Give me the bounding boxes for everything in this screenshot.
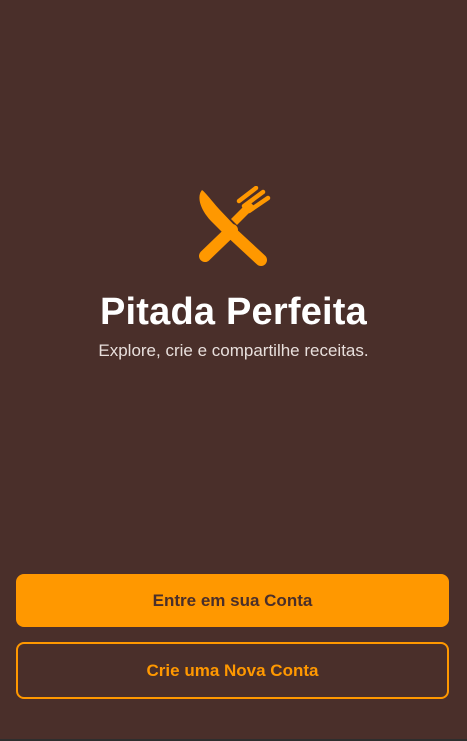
login-button[interactable]: Entre em sua Conta (16, 574, 449, 627)
app-title: Pitada Perfeita (100, 291, 367, 333)
utensils-crossed-icon (198, 186, 270, 266)
welcome-screen: Pitada Perfeita Explore, crie e comparti… (0, 0, 467, 739)
signup-button[interactable]: Crie uma Nova Conta (16, 642, 449, 699)
app-subtitle: Explore, crie e compartilhe receitas. (98, 341, 369, 360)
hero-section: Pitada Perfeita Explore, crie e comparti… (0, 186, 467, 362)
